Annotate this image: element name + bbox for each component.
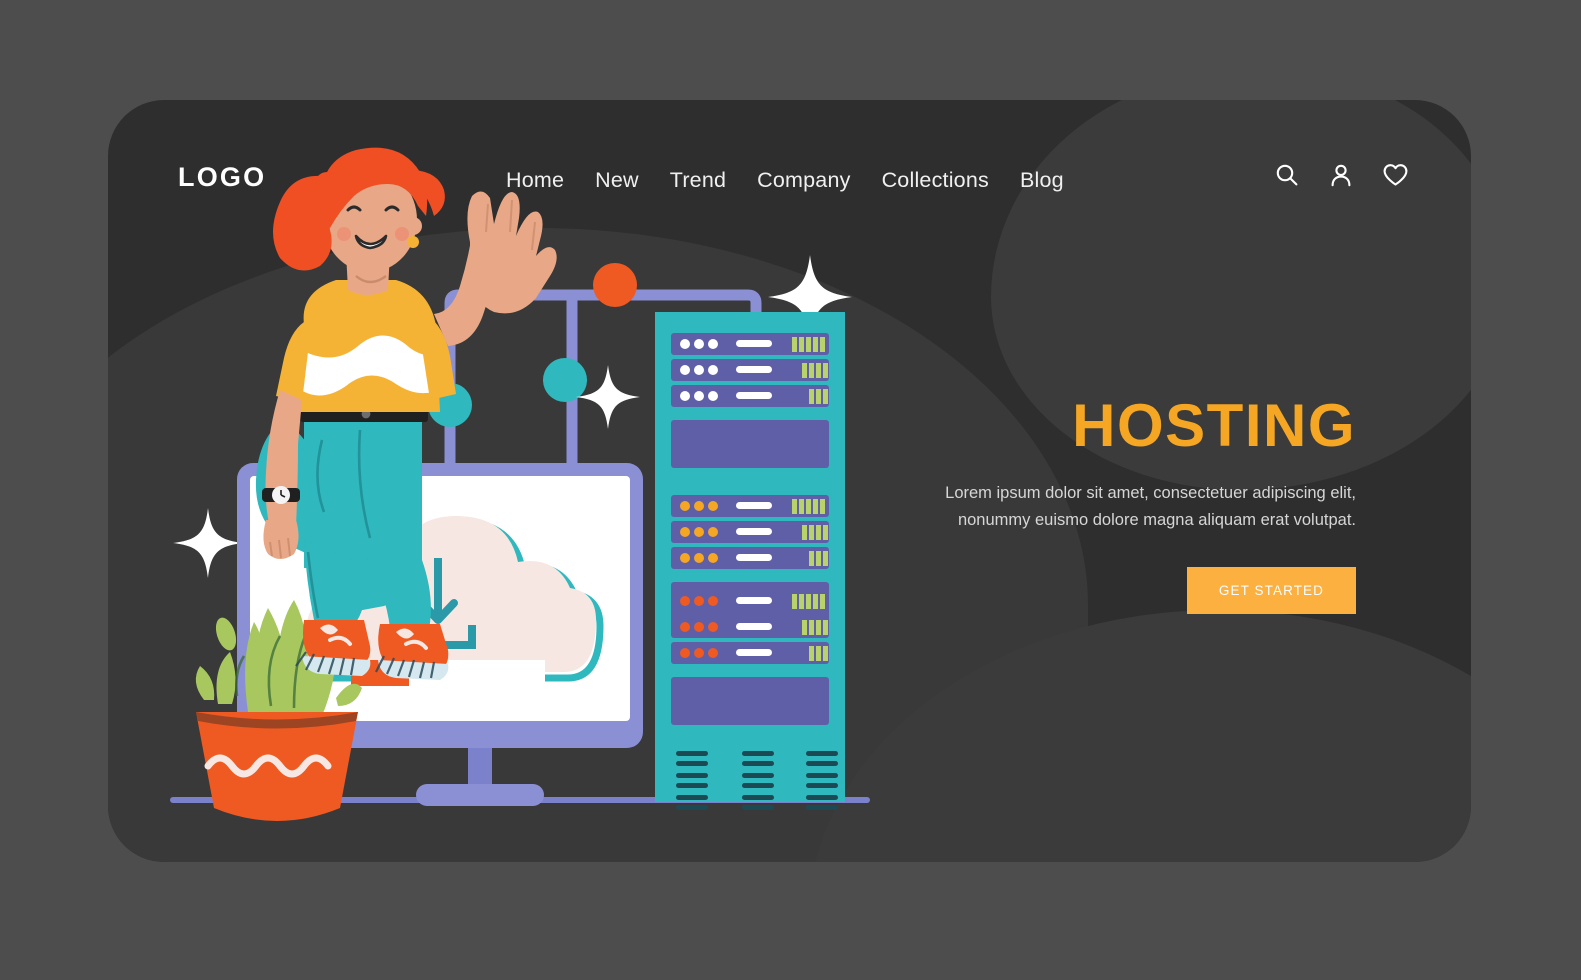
server-unit-group-2 <box>671 495 829 569</box>
blush-left <box>337 227 351 241</box>
sparkle-icon-3 <box>173 508 243 578</box>
landing-card: LOGO Home New Trend Company Collections … <box>108 100 1471 862</box>
shoe-right <box>375 624 449 680</box>
nav-item-blog[interactable]: Blog <box>1020 168 1064 193</box>
user-icon[interactable] <box>1328 162 1354 188</box>
network-node-red <box>593 263 637 307</box>
server-blank-panel-1 <box>671 420 829 468</box>
arm-left <box>265 390 302 528</box>
page-title: HOSTING <box>1072 392 1356 459</box>
nav-item-home[interactable]: Home <box>506 168 564 193</box>
main-navigation: Home New Trend Company Collections Blog <box>506 168 1064 193</box>
blush-right <box>395 227 409 241</box>
server-rack <box>655 312 845 810</box>
search-icon[interactable] <box>1274 162 1300 188</box>
nav-item-collections[interactable]: Collections <box>882 168 989 193</box>
heart-icon[interactable] <box>1382 162 1409 188</box>
nav-item-trend[interactable]: Trend <box>670 168 726 193</box>
site-header: LOGO Home New Trend Company Collections … <box>108 100 1471 228</box>
header-actions <box>1274 162 1409 188</box>
logo[interactable]: LOGO <box>178 162 266 193</box>
earring <box>407 236 419 248</box>
page-root: LOGO Home New Trend Company Collections … <box>0 0 1581 980</box>
get-started-button[interactable]: GET STARTED <box>1186 567 1356 615</box>
hero-description: Lorem ipsum dolor sit amet, consectetuer… <box>945 484 1356 529</box>
server-unit-group-3 <box>671 590 829 664</box>
network-node-teal-1 <box>543 358 587 402</box>
shoe-left <box>295 620 371 676</box>
sleeve-left <box>276 322 308 402</box>
hero-text-block: HOSTING Lorem ipsum dolor sit amet, cons… <box>936 392 1356 615</box>
nav-item-company[interactable]: Company <box>757 168 850 193</box>
monitor-base <box>416 784 544 806</box>
server-blank-panel-3 <box>671 677 829 725</box>
nav-item-new[interactable]: New <box>595 168 639 193</box>
server-unit-group-1 <box>671 333 829 407</box>
